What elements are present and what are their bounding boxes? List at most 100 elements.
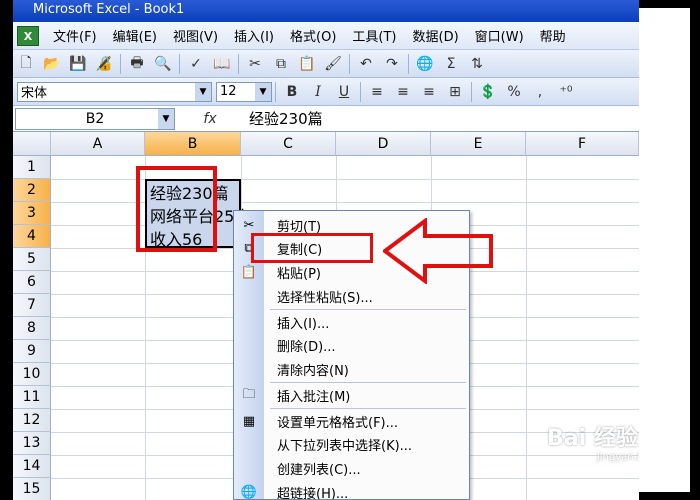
context-item-clear-contents[interactable]: 清除内容(N) xyxy=(234,358,469,381)
italic-button[interactable]: I xyxy=(307,81,329,103)
font-name-value: 宋体 xyxy=(21,86,48,101)
row-header-6[interactable]: 6 xyxy=(13,271,51,294)
align-right-icon[interactable]: ≡ xyxy=(418,81,440,103)
increase-decimal-icon[interactable]: ⁺⁰ xyxy=(555,81,577,103)
spelling-icon[interactable]: ✓ xyxy=(185,53,207,75)
format-painter-icon[interactable]: 🖌 xyxy=(322,53,344,75)
format-cells-icon: ▦ xyxy=(242,414,256,429)
menu-file[interactable]: 文件(F) xyxy=(45,26,105,45)
column-header-e[interactable]: E xyxy=(431,132,526,156)
permission-icon[interactable]: 🔏 xyxy=(93,53,115,75)
row-header-5[interactable]: 5 xyxy=(13,248,51,271)
row-header-14[interactable]: 14 xyxy=(13,455,51,478)
row-header-1[interactable]: 1 xyxy=(13,156,51,179)
merge-center-icon[interactable]: ⊞ xyxy=(444,81,466,103)
open-folder-icon[interactable]: 📂 xyxy=(41,53,63,75)
context-item-insert[interactable]: 插入(I)... xyxy=(234,311,469,334)
chevron-down-icon[interactable]: ▼ xyxy=(195,82,211,101)
name-box[interactable]: B2 ▼ xyxy=(15,107,175,130)
row-header-13[interactable]: 13 xyxy=(13,432,51,455)
column-header-a[interactable]: A xyxy=(51,132,145,156)
column-header-c[interactable]: C xyxy=(241,132,336,156)
select-all-corner[interactable] xyxy=(13,132,51,156)
underline-button[interactable]: U xyxy=(333,81,355,103)
row-header-4[interactable]: 4 xyxy=(13,225,51,248)
excel-window: Microsoft Excel - Book1 X 文件(F) 编辑(E) 视图… xyxy=(13,0,639,500)
row-header-10[interactable]: 10 xyxy=(13,363,51,386)
toolbar-separator xyxy=(179,53,180,74)
context-item-paste-special[interactable]: 选择性粘贴(S)... xyxy=(234,285,469,308)
context-item-label: 设置单元格格式(F)... xyxy=(277,416,399,431)
sort-ascending-icon[interactable]: ⇅ xyxy=(466,53,488,75)
percent-button[interactable]: % xyxy=(503,81,525,103)
context-item-hyperlink[interactable]: 🌐 超链接(H)... xyxy=(234,481,469,500)
menu-view[interactable]: 视图(V) xyxy=(165,26,226,45)
save-icon[interactable]: 💾 xyxy=(67,53,89,75)
row-header-11[interactable]: 11 xyxy=(13,386,51,409)
context-item-delete[interactable]: 删除(D)... xyxy=(234,334,469,357)
scissors-icon: ✂ xyxy=(243,218,255,233)
cut-icon[interactable]: ✂ xyxy=(244,53,266,75)
formula-bar: B2 ▼ fx 经验230篇 xyxy=(13,106,639,132)
row-header-8[interactable]: 8 xyxy=(13,317,51,340)
menu-insert[interactable]: 插入(I) xyxy=(226,26,282,45)
context-item-insert-comment[interactable]: 🗀 插入批注(M) xyxy=(234,384,469,407)
redo-icon[interactable]: ↷ xyxy=(381,53,403,75)
menu-tools[interactable]: 工具(T) xyxy=(344,26,404,45)
menu-window[interactable]: 窗口(W) xyxy=(467,26,532,45)
autosum-icon[interactable]: Σ xyxy=(440,53,462,75)
context-item-label: 插入批注(M) xyxy=(277,390,351,405)
formula-content[interactable]: 经验230篇 xyxy=(245,108,323,129)
toolbar-separator xyxy=(408,53,409,74)
menu-format[interactable]: 格式(O) xyxy=(282,26,344,45)
paste-icon[interactable]: 📋 xyxy=(296,53,318,75)
align-left-icon[interactable]: ≡ xyxy=(366,81,388,103)
column-header-b[interactable]: B xyxy=(145,132,241,156)
function-icon[interactable]: fx xyxy=(175,111,245,127)
context-item-label: 从下拉列表中选择(K)... xyxy=(277,439,413,454)
paste-icon: 📋 xyxy=(240,265,258,280)
annotation-red-box-copy xyxy=(251,233,373,263)
toolbar-separator xyxy=(349,53,350,74)
align-center-icon[interactable]: ≡ xyxy=(392,81,414,103)
column-header-d[interactable]: D xyxy=(336,132,431,156)
currency-icon[interactable]: 💲 xyxy=(477,81,499,103)
undo-icon[interactable]: ↶ xyxy=(355,53,377,75)
baidu-watermark: Bai 经验 jingyan.baidu.com xyxy=(547,420,639,480)
column-header-f[interactable]: F xyxy=(526,132,639,156)
context-item-create-list[interactable]: 创建列表(C)... xyxy=(234,457,469,480)
excel-app-icon[interactable]: X xyxy=(17,25,39,46)
row-header-2[interactable]: 2 xyxy=(13,179,51,202)
menu-help[interactable]: 帮助 xyxy=(532,26,574,45)
font-size-value: 12 xyxy=(220,84,237,99)
row-header-9[interactable]: 9 xyxy=(13,340,51,363)
research-icon[interactable]: 📖 xyxy=(211,53,233,75)
comment-icon: 🗀 xyxy=(242,386,256,402)
chevron-down-icon[interactable]: ▼ xyxy=(158,108,174,129)
watermark-url: jingyan.baidu.com xyxy=(597,452,639,463)
chevron-down-icon[interactable]: ▼ xyxy=(255,82,271,101)
context-item-format-cells[interactable]: ▦ 设置单元格格式(F)... xyxy=(234,410,469,433)
row-header-15[interactable]: 15 xyxy=(13,478,51,500)
comma-style-button[interactable]: , xyxy=(529,81,551,103)
font-size-select[interactable]: 12 ▼ xyxy=(216,81,272,102)
new-file-icon[interactable]: 🗋 xyxy=(15,53,37,75)
menu-data[interactable]: 数据(D) xyxy=(405,26,467,45)
font-name-select[interactable]: 宋体 ▼ xyxy=(17,81,212,102)
annotation-arrow-icon xyxy=(383,218,493,284)
copy-icon[interactable]: ⧉ xyxy=(270,53,292,75)
context-item-pick-from-list[interactable]: 从下拉列表中选择(K)... xyxy=(234,433,469,456)
hyperlink-icon[interactable]: 🌐 xyxy=(414,53,436,75)
bold-button[interactable]: B xyxy=(281,81,303,103)
row-header-7[interactable]: 7 xyxy=(13,294,51,317)
row-header-3[interactable]: 3 xyxy=(13,202,51,225)
annotation-red-box-cells xyxy=(136,166,217,252)
name-box-value: B2 xyxy=(85,110,105,127)
row-header-12[interactable]: 12 xyxy=(13,409,51,432)
context-menu-separator xyxy=(270,382,466,383)
print-icon[interactable]: 🖶 xyxy=(126,53,148,75)
menu-edit[interactable]: 编辑(E) xyxy=(105,26,165,45)
print-preview-icon[interactable]: 🔍 xyxy=(152,53,174,75)
hyperlink-icon: 🌐 xyxy=(240,485,258,500)
right-margin xyxy=(639,8,690,492)
